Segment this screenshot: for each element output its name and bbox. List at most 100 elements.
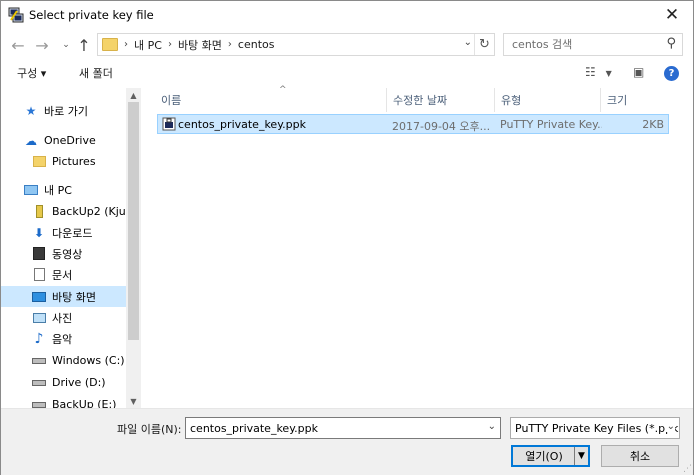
breadcrumb-separator: › (124, 39, 128, 50)
navigation-scrollbar[interactable]: ▲ ▼ (126, 88, 141, 408)
search-icon[interactable]: ⚲ (666, 36, 676, 51)
search-box[interactable]: ⚲ (503, 33, 683, 56)
nav-item-downloads[interactable]: ⬇ 다운로드 (1, 222, 126, 243)
nav-item-documents[interactable]: 문서 (1, 264, 126, 285)
close-button[interactable]: ✕ (659, 3, 685, 27)
search-input[interactable] (512, 38, 652, 51)
address-bar[interactable]: › 내 PC › 바탕 화면 › centos ⌄ ↻ (97, 33, 495, 56)
column-header-size[interactable]: 크기 (601, 88, 671, 112)
forward-button[interactable]: → (31, 33, 53, 57)
file-dialog: Select private key file ✕ ← → ⌄ ↑ › 내 PC… (0, 0, 694, 475)
file-type-filter-label: PuTTY Private Key Files (*.ppk) (515, 421, 680, 435)
address-dropdown-icon[interactable]: ⌄ (464, 37, 472, 48)
command-bar: 구성 ▾ 새 폴더 ☷ ▼ ▣ (1, 61, 693, 85)
scrollbar-thumb[interactable] (128, 102, 139, 340)
preview-pane-icon: ▣ (633, 65, 645, 79)
folder-icon (31, 155, 47, 169)
file-row[interactable]: centos_private_key.ppk 2017-09-04 오후... … (157, 114, 669, 134)
column-label: 크기 (607, 94, 628, 107)
drive-icon (31, 376, 47, 390)
cancel-button[interactable]: 취소 (601, 445, 679, 467)
open-button-label: 열기(O) (525, 450, 563, 463)
window-title: Select private key file (29, 8, 154, 22)
new-folder-button[interactable]: 새 폴더 (79, 65, 113, 81)
desktop-icon (31, 290, 47, 304)
nav-item-photos[interactable]: 사진 (1, 307, 126, 328)
nav-item-label: Windows (C:) (52, 354, 125, 367)
music-icon: ♪ (34, 330, 44, 347)
column-label: 유형 (501, 94, 522, 107)
nav-item-label: 바로 가기 (44, 104, 88, 118)
drive-icon (31, 354, 47, 368)
drive-icon (31, 398, 47, 409)
nav-item-windows-c[interactable]: Windows (C:) (1, 350, 126, 371)
back-arrow-icon: ← (11, 35, 25, 55)
column-label: 수정한 날짜 (393, 94, 448, 107)
back-button[interactable]: ← (7, 33, 29, 57)
nav-item-quick-access[interactable]: ★ 바로 가기 (1, 100, 126, 121)
open-button[interactable]: 열기(O) ▼ (511, 445, 590, 467)
file-size: 2KB (642, 118, 664, 131)
nav-item-label: 음악 (52, 332, 73, 346)
picture-icon (31, 311, 47, 325)
help-button[interactable]: ? (664, 66, 679, 81)
column-label: 이름 (161, 94, 182, 107)
column-header-type[interactable]: 유형 (495, 88, 601, 112)
file-type-filter[interactable]: PuTTY Private Key Files (*.ppk) ⌄ (510, 417, 680, 439)
nav-item-label: BackUp (E:) (52, 398, 117, 408)
organize-button[interactable]: 구성 ▾ (17, 65, 46, 81)
view-options-button[interactable]: ☷ ▼ (585, 65, 612, 79)
video-icon (31, 247, 47, 261)
sort-ascending-icon: ^ (279, 85, 287, 95)
nav-item-backup2[interactable]: BackUp2 (Kjunm (1, 201, 126, 222)
folder-icon (102, 38, 118, 51)
usb-icon (31, 205, 47, 219)
breadcrumb-centos[interactable]: centos (238, 38, 275, 51)
file-type: PuTTY Private Key... (500, 118, 602, 131)
preview-pane-button[interactable]: ▣ (633, 65, 644, 79)
nav-item-label: 바탕 화면 (52, 290, 96, 304)
filename-label: 파일 이름(N): (117, 423, 182, 436)
nav-item-pictures[interactable]: Pictures (1, 151, 126, 172)
scroll-up-icon[interactable]: ▲ (126, 88, 141, 102)
up-button[interactable]: ↑ (73, 33, 95, 57)
chevron-down-icon: ⌄ (664, 421, 675, 432)
nav-item-videos[interactable]: 동영상 (1, 243, 126, 264)
resize-grip-icon[interactable]: ⋰ (683, 464, 692, 474)
chevron-down-icon[interactable]: ⌄ (488, 421, 496, 432)
nav-item-desktop[interactable]: 바탕 화면 (1, 286, 126, 307)
breadcrumb-separator: › (167, 39, 172, 50)
star-icon: ★ (25, 103, 37, 118)
scroll-down-icon[interactable]: ▼ (126, 394, 141, 408)
breadcrumb-separator: › (227, 39, 232, 50)
help-icon: ? (668, 68, 675, 79)
cancel-button-label: 취소 (629, 450, 651, 463)
column-header-date[interactable]: 수정한 날짜 (387, 88, 495, 112)
computer-icon (23, 183, 39, 197)
filename-field[interactable]: ⌄ (185, 417, 501, 439)
chevron-down-icon: ▼ (605, 69, 612, 78)
nav-item-music[interactable]: ♪ 음악 (1, 328, 126, 349)
nav-item-label: 동영상 (52, 247, 83, 261)
nav-item-drive-d[interactable]: Drive (D:) (1, 372, 126, 393)
dialog-footer: 파일 이름(N): ⌄ PuTTY Private Key Files (*.p… (1, 408, 693, 475)
open-dropdown-icon[interactable]: ▼ (574, 447, 588, 465)
filename-input[interactable] (190, 421, 470, 435)
document-icon (31, 268, 47, 282)
column-header-name[interactable]: 이름 ^ (155, 85, 387, 112)
forward-arrow-icon: → (35, 35, 49, 55)
chevron-down-icon: ⌄ (62, 40, 70, 50)
nav-item-this-pc[interactable]: 내 PC (1, 179, 126, 200)
up-arrow-icon: ↑ (77, 35, 91, 55)
navigation-pane: ★ 바로 가기 ☁ OneDrive Pictures 내 PC BackUp2… (1, 88, 141, 408)
nav-item-backup-e[interactable]: BackUp (E:) (1, 394, 126, 408)
refresh-button[interactable]: ↻ (474, 34, 494, 55)
nav-item-label: 문서 (52, 268, 73, 282)
title-bar: Select private key file ✕ (1, 1, 693, 30)
download-icon: ⬇ (33, 225, 45, 240)
refresh-icon: ↻ (479, 37, 490, 52)
cloud-icon: ☁ (25, 133, 37, 148)
nav-item-onedrive[interactable]: ☁ OneDrive (1, 130, 126, 151)
breadcrumb-desktop[interactable]: 바탕 화면 (178, 37, 222, 53)
breadcrumb-this-pc[interactable]: 내 PC (134, 37, 162, 53)
